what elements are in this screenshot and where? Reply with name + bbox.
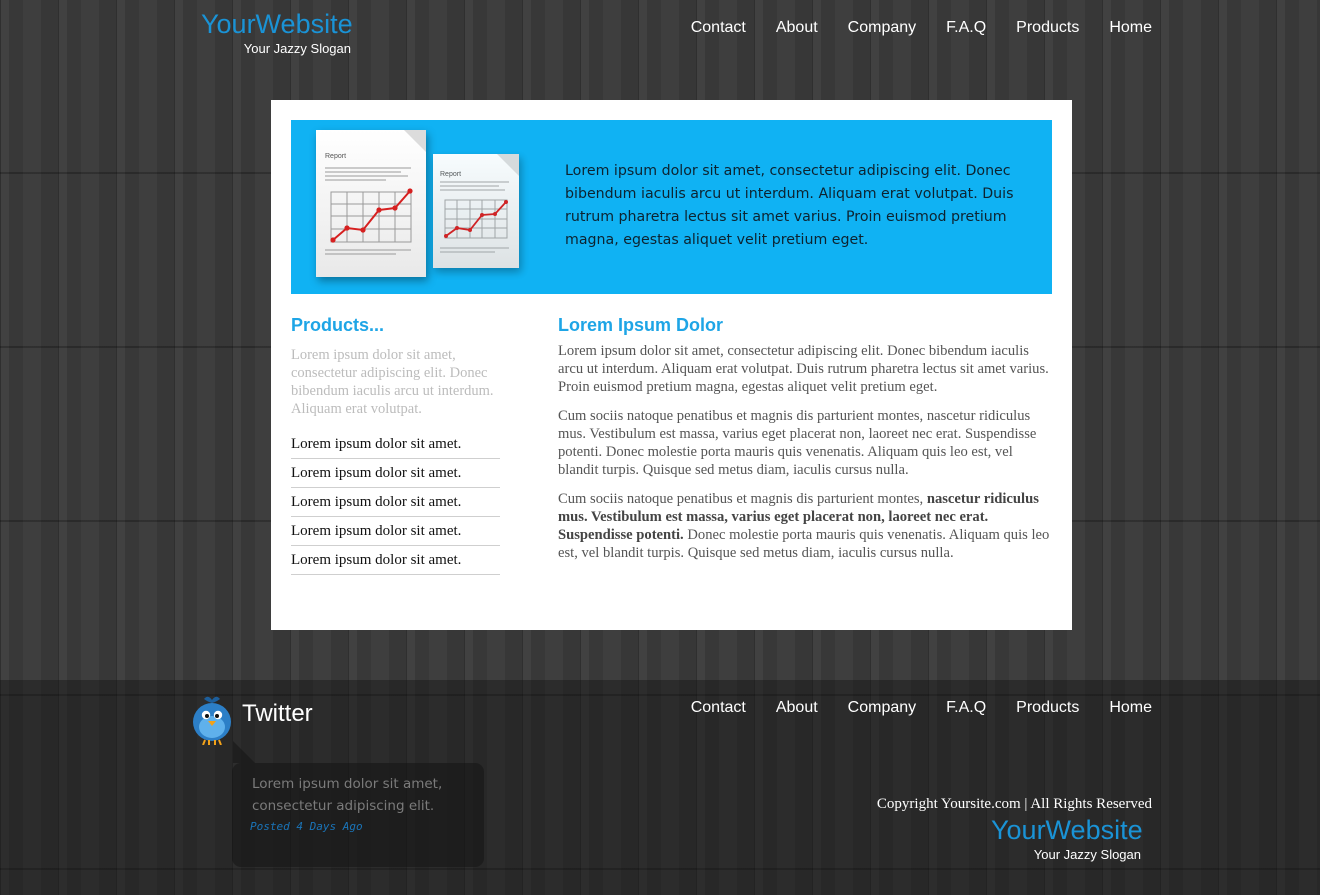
bubble-tail [233, 741, 255, 763]
products-heading: Products... [291, 315, 385, 335]
nav-products[interactable]: Products [1016, 18, 1079, 38]
logo-title[interactable]: YourWebsite [201, 8, 353, 40]
footer-logo-title[interactable]: YourWebsite [991, 814, 1143, 846]
banner-text: Lorem ipsum dolor sit amet, consectetur … [565, 163, 1014, 248]
product-link[interactable]: Lorem ipsum dolor sit amet. [291, 459, 500, 488]
products-list: Lorem ipsum dolor sit amet. Lorem ipsum … [291, 430, 500, 575]
content-panel: Report Report Lorem ipsum dolor sit amet… [271, 100, 1072, 630]
top-nav: Contact About Company F.A.Q Products Hom… [661, 18, 1152, 38]
footer-nav-faq[interactable]: F.A.Q [946, 698, 986, 718]
footer-nav-company[interactable]: Company [848, 698, 916, 718]
paragraph-text: Cum sociis natoque penatibus et magnis d… [558, 491, 927, 507]
tweet-bubble: Lorem ipsum dolor sit amet, consectetur … [232, 741, 484, 867]
tweet-text: Lorem ipsum dolor sit amet, consectetur … [252, 776, 443, 814]
report-chart-icon [440, 181, 509, 253]
twitter-title: Twitter [242, 700, 313, 727]
products-intro: Lorem ipsum dolor sit amet, consectetur … [291, 347, 494, 417]
hero-banner: Report Report Lorem ipsum dolor sit amet… [291, 120, 1052, 294]
footer-logo-slogan: Your Jazzy Slogan [1033, 847, 1141, 862]
nav-contact[interactable]: Contact [691, 18, 746, 38]
footer-nav-about[interactable]: About [776, 698, 818, 718]
products-sidebar: Products... Lorem ipsum dolor sit amet, … [291, 314, 516, 575]
article-paragraph-1: Lorem ipsum dolor sit amet, consectetur … [558, 343, 1049, 395]
product-link[interactable]: Lorem ipsum dolor sit amet. [291, 430, 500, 459]
footer-nav: Contact About Company F.A.Q Products Hom… [661, 698, 1152, 718]
nav-home[interactable]: Home [1109, 18, 1152, 38]
footer-nav-contact[interactable]: Contact [691, 698, 746, 718]
footer-nav-products[interactable]: Products [1016, 698, 1079, 718]
logo-slogan: Your Jazzy Slogan [243, 41, 351, 56]
footer-logo[interactable]: YourWebsite Your Jazzy Slogan [991, 814, 1143, 863]
twitter-bird-icon[interactable] [190, 693, 234, 745]
tweet-timestamp[interactable]: Posted 4 Days Ago [250, 820, 363, 833]
article: Lorem Ipsum Dolor Lorem ipsum dolor sit … [558, 314, 1050, 562]
nav-faq[interactable]: F.A.Q [946, 18, 986, 38]
copyright-text: Copyright Yoursite.com | All Rights Rese… [876, 796, 1152, 812]
report-chart-icon [325, 167, 413, 255]
report-document-icon-secondary: Report [433, 154, 519, 268]
product-link[interactable]: Lorem ipsum dolor sit amet. [291, 488, 500, 517]
article-paragraph-2: Cum sociis natoque penatibus et magnis d… [558, 408, 1037, 478]
nav-about[interactable]: About [776, 18, 818, 38]
product-link[interactable]: Lorem ipsum dolor sit amet. [291, 517, 500, 546]
report-document-icon: Report [316, 130, 426, 277]
nav-company[interactable]: Company [848, 18, 916, 38]
footer-nav-home[interactable]: Home [1109, 698, 1152, 718]
article-paragraph-3: Cum sociis natoque penatibus et magnis d… [558, 490, 1050, 562]
product-link[interactable]: Lorem ipsum dolor sit amet. [291, 546, 500, 575]
site-logo[interactable]: YourWebsite Your Jazzy Slogan [201, 8, 353, 57]
article-heading: Lorem Ipsum Dolor [558, 315, 724, 335]
